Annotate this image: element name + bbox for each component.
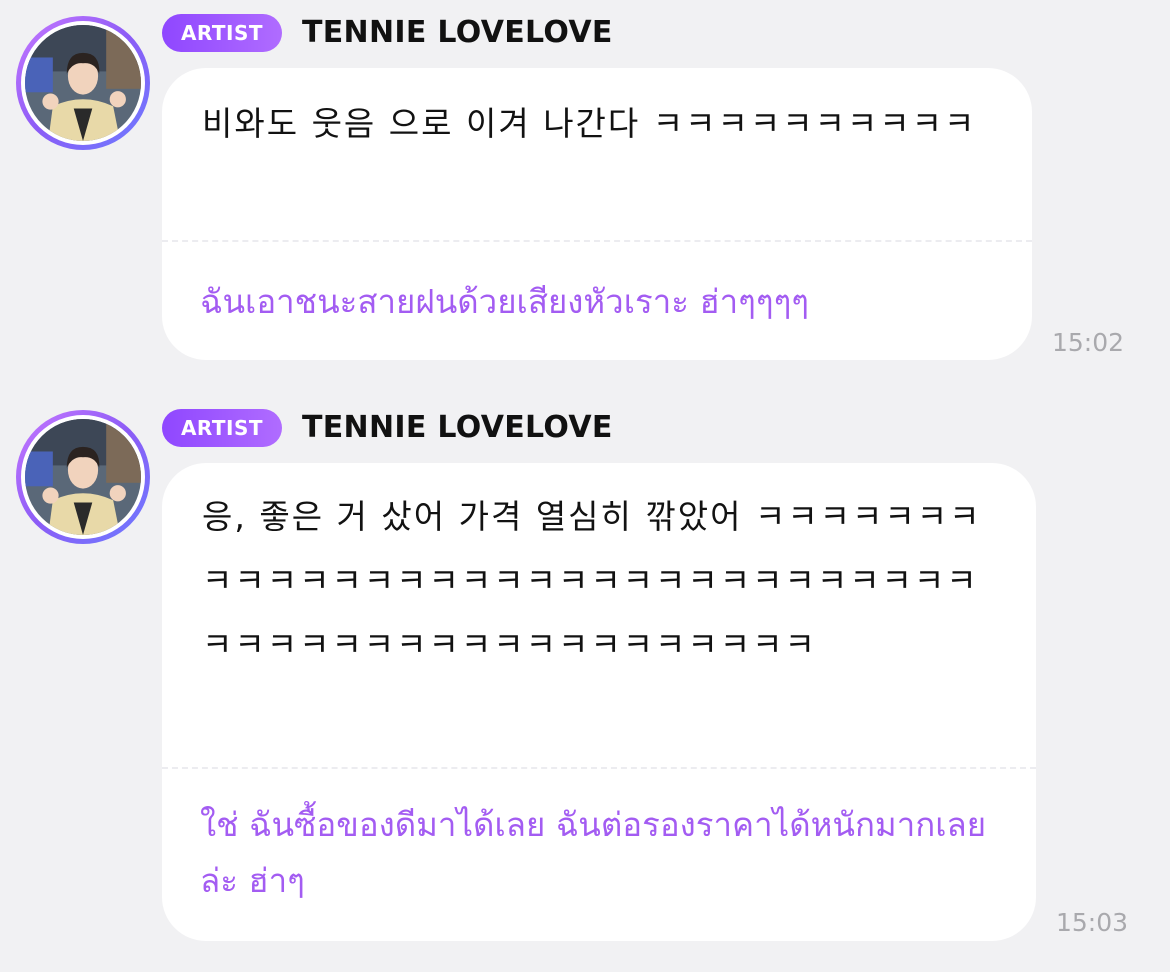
message-bubble[interactable]: 응, 좋은 거 샀어 가격 열심히 깎았어 ㅋㅋㅋㅋㅋㅋㅋㅋㅋㅋㅋㅋㅋㅋㅋㅋㅋㅋ… xyxy=(162,463,1036,941)
artist-avatar[interactable] xyxy=(16,410,150,544)
sender-name: TENNIE LOVELOVE xyxy=(302,410,613,445)
avatar-photo xyxy=(25,419,141,535)
original-message-text: 응, 좋은 거 샀어 가격 열심히 깎았어 ㅋㅋㅋㅋㅋㅋㅋㅋㅋㅋㅋㅋㅋㅋㅋㅋㅋㅋ… xyxy=(202,497,982,664)
translation-divider xyxy=(162,767,1036,769)
artist-badge: ARTIST xyxy=(162,409,282,447)
message-timestamp: 15:03 xyxy=(1056,908,1129,937)
translated-message-text: ใช่ ฉันซื้อของดีมาได้เลย ฉันต่อรองราคาได… xyxy=(200,805,987,900)
chat-message: ARTIST TENNIE LOVELOVE 응, 좋은 거 샀어 가격 열심히… xyxy=(0,0,1170,972)
avatar-photo-icon xyxy=(25,419,141,535)
avatar-ring xyxy=(21,415,145,539)
